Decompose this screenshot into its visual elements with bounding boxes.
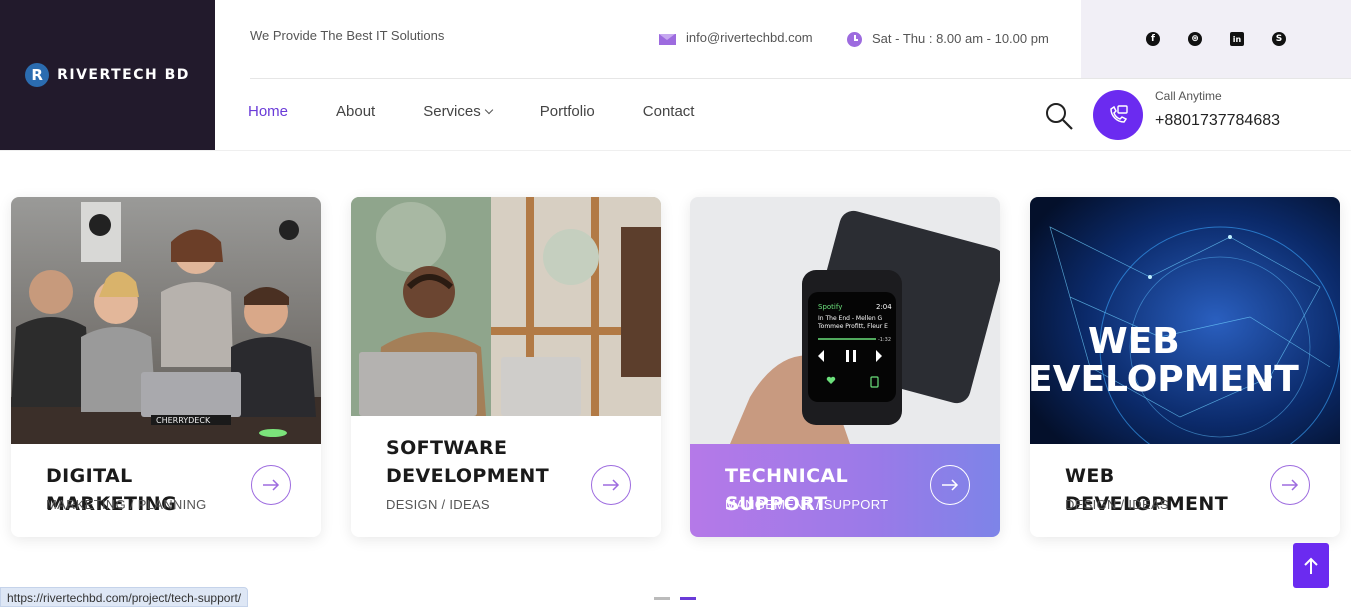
card-body: DIGITAL MARKETING MARKETING / PLANNING: [11, 444, 321, 537]
header-divider: [250, 78, 1351, 79]
card-arrow-button[interactable]: [591, 465, 631, 505]
chevron-down-icon: [484, 105, 493, 115]
card-image-developer: [351, 197, 661, 416]
search-icon: [1046, 103, 1073, 130]
nav-contact[interactable]: Contact: [643, 103, 695, 120]
arrow-right-icon: [942, 479, 959, 491]
logo[interactable]: R RIVERTECH BD: [0, 0, 215, 150]
card-subtitle: DESIGN / IDEAS: [386, 497, 490, 512]
tagline: We Provide The Best IT Solutions: [250, 28, 445, 43]
watch-track: In The End - Mellen G: [818, 315, 883, 322]
phone-chat-icon: [1110, 105, 1128, 123]
header-bottom-border: [0, 150, 1351, 151]
card-arrow-button[interactable]: [1270, 465, 1310, 505]
watch-artist: Tommee Profitt, Fleur E: [817, 323, 888, 330]
watch-remaining: -1:32: [878, 337, 891, 343]
image-web-text: WEB: [1088, 321, 1180, 362]
facebook-icon[interactable]: f: [1146, 32, 1160, 46]
brand-name: RIVERTECH BD: [57, 67, 190, 83]
card-title: SOFTWARE DEVELOPMENT: [386, 437, 550, 487]
call-label: Call Anytime: [1155, 89, 1222, 103]
clock-icon: [847, 32, 862, 47]
arrow-right-icon: [263, 479, 280, 491]
call-button[interactable]: [1093, 90, 1143, 140]
service-card-technical-support[interactable]: Spotify 2:04 In The End - Mellen G Tomme…: [690, 197, 1000, 537]
service-card-software-development[interactable]: SOFTWARE DEVELOPMENT DESIGN / IDEAS: [351, 197, 661, 537]
nav-contact-label: Contact: [642, 103, 695, 120]
arrow-right-icon: [603, 479, 620, 491]
card-subtitle: DESIGN / IDEAS: [1065, 497, 1169, 512]
email-text[interactable]: info@rivertechbd.com: [686, 30, 813, 45]
mail-icon: [659, 33, 676, 45]
card-body: TECHNICAL SUPPORT MANGEMENT / SUPPORT: [690, 444, 1000, 537]
card-body: SOFTWARE DEVELOPMENT DESIGN / IDEAS: [351, 416, 661, 537]
card-arrow-button[interactable]: [251, 465, 291, 505]
card-image-smartwatch: Spotify 2:04 In The End - Mellen G Tomme…: [690, 197, 1000, 444]
carousel-dot[interactable]: [654, 597, 670, 600]
laptop-sticker-text: CHERRYDECK: [156, 416, 211, 425]
nav-portfolio[interactable]: Portfolio: [540, 103, 595, 120]
logo-mark-icon: R: [25, 63, 50, 87]
arrow-up-icon: [1304, 557, 1318, 574]
arrow-right-icon: [1282, 479, 1299, 491]
nav-services[interactable]: Services: [423, 103, 493, 120]
nav-home[interactable]: Home: [248, 103, 288, 120]
nav-about-label: About: [336, 103, 376, 120]
skype-icon[interactable]: S: [1272, 32, 1286, 46]
card-image-team: CHERRYDECK: [11, 197, 321, 444]
scroll-to-top-button[interactable]: [1293, 543, 1329, 588]
card-arrow-button[interactable]: [930, 465, 970, 505]
card-image-web-development: WEB EVELOPMENT: [1030, 197, 1340, 444]
carousel-pagination: [654, 597, 696, 600]
top-bar: We Provide The Best IT Solutions info@ri…: [215, 0, 1081, 78]
service-card-digital-marketing[interactable]: CHERRYDECK DIGITAL MARKETING MARKETING /…: [11, 197, 321, 537]
card-body: WEB DEVELOPMENT DESIGN / IDEAS: [1030, 444, 1340, 537]
service-card-web-development[interactable]: WEB EVELOPMENT WEB DEVELOPMENT DESIGN / …: [1030, 197, 1340, 537]
opening-hours: Sat - Thu : 8.00 am - 10.00 pm: [847, 30, 1049, 47]
nav-services-label: Services: [423, 103, 481, 120]
hours-text: Sat - Thu : 8.00 am - 10.00 pm: [872, 31, 1049, 46]
social-links: f ⊛ in S: [1081, 0, 1351, 78]
nav-about[interactable]: About: [336, 103, 375, 120]
linkedin-icon[interactable]: in: [1230, 32, 1244, 46]
card-subtitle: MANGEMENT / SUPPORT: [725, 497, 889, 512]
browser-status-url: https://rivertechbd.com/project/tech-sup…: [0, 587, 249, 607]
search-button[interactable]: [1044, 101, 1074, 131]
watch-app-name: Spotify: [818, 303, 842, 311]
watch-time: 2:04: [876, 303, 892, 311]
main-nav: Home About Services Portfolio Contact: [248, 103, 694, 120]
nav-portfolio-label: Portfolio: [539, 103, 595, 120]
card-subtitle: MARKETING / PLANNING: [46, 497, 207, 512]
dribbble-icon[interactable]: ⊛: [1188, 32, 1202, 46]
carousel-dot-active[interactable]: [680, 597, 696, 600]
nav-home-label: Home: [248, 103, 289, 120]
image-development-text: EVELOPMENT: [1030, 359, 1299, 400]
call-number[interactable]: +8801737784683: [1155, 112, 1280, 130]
email-contact[interactable]: info@rivertechbd.com: [659, 30, 813, 45]
